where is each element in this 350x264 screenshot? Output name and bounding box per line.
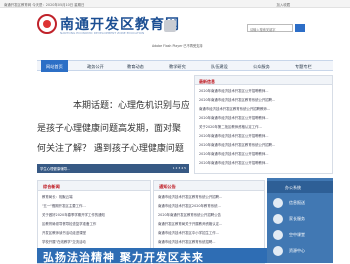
search-button[interactable] (295, 24, 305, 32)
sidebar-item-label: 空中课堂 (289, 232, 305, 237)
recent-info-panel: 最新信息 2020年南通市经济技术开发区公开招聘教师... 2020年南通市经济… (194, 75, 333, 174)
office-sidebar: 办公系统 信息报送 家长服务 空中课堂 资源中心 (267, 178, 333, 263)
office-system-label: 办公系统 (285, 185, 301, 190)
list-item[interactable]: 2020年南通市经济技术开发区公开招聘教师... (199, 88, 330, 96)
list-item[interactable]: 开发区教师读书活动走进课堂 (42, 230, 148, 235)
list-item[interactable]: 南通市经济技术开发区教育系统公开招聘... (158, 194, 262, 199)
list-item[interactable]: 南通市经济技术开发区教育系统公开招聘教师... (199, 106, 330, 114)
main-nav: 网站首页 政务公开 教育动态 教学研究 队伍建设 公众服务 专题专栏 (37, 60, 333, 72)
logo-emblem-icon[interactable] (37, 14, 57, 34)
list-item[interactable]: 2020年南通市经济技术开发区公开招聘教师... (199, 133, 330, 141)
recent-info-title: 最新信息 (195, 76, 332, 85)
puzzle-icon (164, 20, 176, 32)
topic-banner[interactable]: 本期话题：心理危机识别与应对 是孩子心理健康问题高发期，面对聚 何关注了解？ 遇… (37, 75, 189, 173)
sidebar-item-resources[interactable]: 资源中心 (271, 244, 329, 258)
office-system-header[interactable]: 办公系统 (267, 181, 333, 193)
list-item[interactable]: 南通开发区教育局关于开展教师资格认定... (158, 221, 262, 226)
list-item[interactable]: 南通市经济技术开发区中小学招生工作... (158, 230, 262, 235)
search-input[interactable]: 请输入搜索关键字 (247, 24, 293, 32)
list-item[interactable]: 南通市经济技术开发区2020年教育系统... (158, 203, 262, 208)
list-item[interactable]: 2020年南通市经济技术开发区公开招聘教师... (199, 160, 330, 168)
resources-icon (273, 246, 283, 256)
sidebar-item-parents[interactable]: 家长服务 (271, 212, 329, 226)
classroom-icon (273, 230, 283, 240)
favorite-link[interactable]: 加入收藏 (276, 2, 290, 7)
bottom-banner[interactable]: 弘扬法治精神 聚力开发区未来 (37, 248, 267, 263)
top-bar: 南通开发区教育网 今天是：2020年05月10日 星期日 加入收藏 (0, 0, 350, 8)
date-text: 南通开发区教育网 今天是：2020年05月10日 星期日 (4, 3, 85, 7)
nav-item-public[interactable]: 政务公开 (87, 64, 104, 70)
site-subtitle: NANTONG ECONOMIC DEVELOPMENT ZONE EDUCAT… (60, 31, 145, 35)
list-item[interactable]: 2020年南通市经济技术开发区公开招聘教师... (199, 151, 330, 159)
sidebar-item-report[interactable]: 信息报送 (271, 196, 329, 210)
list-item[interactable]: 关于2020年第二批区教师资格认定工作... (199, 124, 330, 132)
banner-line-2: 是孩子心理健康问题高发期，面对聚 (37, 124, 182, 134)
list-item[interactable]: 2020年南通市经济技术开发区公开招聘教师... (199, 115, 330, 123)
parents-icon (273, 214, 283, 224)
nav-item-news[interactable]: 教育动态 (127, 64, 144, 70)
sidebar-item-label: 信息报送 (289, 200, 305, 205)
nav-item-special[interactable]: 专题专栏 (295, 64, 312, 70)
banner-line-3: 何关注了解？ 遇到孩子心理健康问题 (37, 144, 184, 154)
notice-panel-title: 通知公告 (154, 181, 264, 191)
list-item[interactable]: "五一"假期开发区主要工作... (42, 203, 148, 208)
flash-placeholder: Adobe Flash Player 已不再受支持 (152, 14, 203, 48)
banner-caption: 学生心理健康辅导... 1 2 3 4 5 (37, 164, 189, 173)
list-item[interactable]: 关于做好2020年春季学期开学工作的通知 (42, 212, 148, 217)
nav-item-home[interactable]: 网站首页 (41, 60, 68, 72)
nav-item-team[interactable]: 队伍建设 (211, 64, 228, 70)
list-item[interactable]: 区教育局领导督导检查复学准备工作 (42, 221, 148, 226)
sidebar-item-label: 家长服务 (289, 216, 305, 221)
slide-dots[interactable]: 1 2 3 4 5 (173, 166, 186, 170)
list-item[interactable]: 教育局长：相聚云端 (42, 194, 148, 199)
banner-line-1: 本期话题：心理危机识别与应对 (73, 101, 189, 111)
nav-item-service[interactable]: 公众服务 (253, 64, 270, 70)
list-item[interactable]: 南通市经济技术开发区教育系统招聘... (158, 239, 262, 244)
report-icon (273, 198, 283, 208)
list-item[interactable]: 2020年南通市经济技术开发区教育系统公开招聘... (199, 142, 330, 150)
nav-item-research[interactable]: 教学研究 (169, 64, 186, 70)
sidebar-item-label: 资源中心 (289, 248, 305, 253)
flash-text: Adobe Flash Player 已不再受支持 (152, 44, 203, 48)
banner-caption-text[interactable]: 学生心理健康辅导... (40, 166, 70, 171)
bottom-banner-text: 弘扬法治精神 聚力开发区未来 (43, 251, 204, 263)
list-item[interactable]: 2020年南通开发区教育系统公开招聘公告 (158, 212, 262, 217)
sidebar-item-classroom[interactable]: 空中课堂 (271, 228, 329, 242)
list-item[interactable]: 2020年南通市经济技术开发区教育系统公开招聘... (199, 97, 330, 105)
list-item[interactable]: 学校开展"在线教学"交流活动 (42, 239, 148, 244)
news-panel-title: 综合新闻 (38, 181, 150, 191)
